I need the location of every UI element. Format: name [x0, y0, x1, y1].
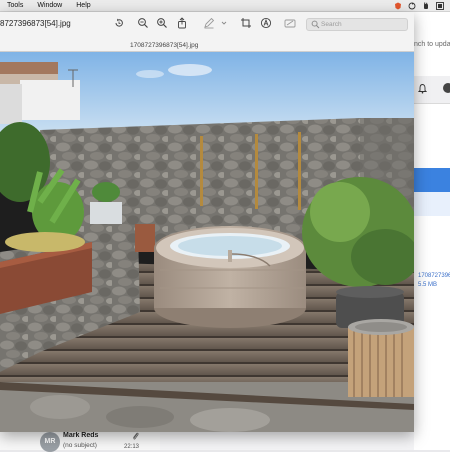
- attachment-size: 5.5 MB: [418, 282, 438, 288]
- message-row[interactable]: [414, 192, 450, 216]
- menu-window[interactable]: Window: [30, 0, 69, 12]
- mail-sender: Mark Reds: [63, 432, 99, 439]
- image-canvas[interactable]: [0, 52, 414, 432]
- status-tray: [394, 1, 450, 10]
- attachment-label[interactable]: 1708727396... 5.5 MB: [418, 272, 450, 290]
- paperclip-icon: [133, 432, 139, 440]
- account-avatar[interactable]: [443, 83, 450, 93]
- menu-tools[interactable]: Tools: [0, 0, 30, 12]
- zoom-in-icon[interactable]: [156, 16, 168, 28]
- zoom-out-icon[interactable]: [137, 16, 149, 28]
- preview-toolbar: 8727396873[54].jpg Search 1708727396873[…: [0, 12, 414, 52]
- attachment-name: 1708727396...: [418, 273, 450, 279]
- background-search-hint: nch to upda: [414, 41, 450, 48]
- selected-message-highlight[interactable]: [414, 168, 450, 192]
- highlight-icon[interactable]: [260, 16, 272, 29]
- mail-subject: (no subject): [63, 442, 97, 449]
- search-input[interactable]: [321, 19, 407, 30]
- bell-icon[interactable]: [418, 84, 427, 94]
- markup-pen-icon[interactable]: [203, 16, 215, 29]
- rotate-icon[interactable]: [113, 16, 125, 28]
- hot-tub-photo: [0, 52, 414, 432]
- hand-icon[interactable]: [422, 2, 430, 10]
- menu-help[interactable]: Help: [69, 0, 97, 12]
- search-field[interactable]: [306, 18, 408, 31]
- document-filename: 1708727396873[54].jpg: [130, 42, 199, 49]
- sender-avatar: MR: [40, 432, 60, 452]
- preview-window: 8727396873[54].jpg Search 1708727396873[…: [0, 12, 414, 432]
- screenshot-icon[interactable]: [436, 1, 444, 10]
- fill-form-icon[interactable]: [284, 16, 296, 28]
- window-title: 8727396873[54].jpg: [0, 19, 71, 28]
- chevron-down-icon[interactable]: [220, 16, 228, 28]
- search-icon: [311, 20, 320, 29]
- mail-time: 22:13: [124, 444, 140, 450]
- menu-bar: Tools Window Help: [0, 0, 450, 12]
- share-icon[interactable]: [176, 16, 188, 29]
- brave-icon[interactable]: [394, 2, 402, 10]
- crop-icon[interactable]: [240, 16, 252, 28]
- sync-icon[interactable]: [408, 2, 416, 10]
